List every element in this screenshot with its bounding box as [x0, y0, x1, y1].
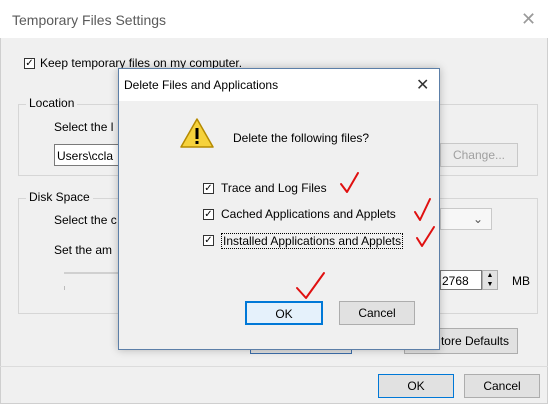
annotation-check-mark: [414, 198, 431, 221]
bg-cancel-button[interactable]: Cancel: [464, 374, 540, 398]
dialog-ok-button[interactable]: OK: [245, 301, 323, 325]
location-legend: Location: [26, 96, 78, 110]
disk-space-amount-field[interactable]: 2768: [440, 270, 482, 290]
window-title: Temporary Files Settings: [12, 12, 167, 28]
installed-apps-label: Installed Applications and Applets: [221, 233, 404, 249]
annotation-check-mark: [340, 172, 359, 193]
dialog-title: Delete Files and Applications: [124, 78, 279, 92]
trace-log-label: Trace and Log Files: [221, 181, 327, 195]
disk-space-slider-track[interactable]: [64, 272, 120, 274]
installed-apps-checkbox[interactable]: ✓: [203, 235, 214, 246]
annotation-check-mark: [416, 226, 435, 247]
annotation-check-mark: [296, 272, 325, 299]
cached-apps-checkbox[interactable]: ✓: [203, 209, 214, 220]
delete-files-dialog: Delete Files and Applications ✕ Delete t…: [118, 68, 440, 350]
keep-files-checkbox[interactable]: ✓: [24, 58, 35, 69]
window-title-bar: Temporary Files Settings ✕: [0, 0, 548, 38]
location-path-field[interactable]: Users\ccla: [54, 144, 124, 166]
warning-icon: [180, 118, 214, 148]
cached-apps-label: Cached Applications and Applets: [221, 207, 396, 221]
footer-divider: [0, 366, 548, 367]
disk-space-set-label: Set the am: [54, 243, 113, 257]
change-button[interactable]: Change...: [440, 143, 518, 167]
trace-log-checkbox[interactable]: ✓: [203, 183, 214, 194]
unit-label: MB: [512, 274, 530, 288]
location-select-label: Select the l: [54, 120, 114, 134]
slider-ticks: [64, 286, 121, 290]
disk-space-legend: Disk Space: [26, 190, 93, 204]
chevron-down-icon: ⌄: [473, 212, 484, 226]
bg-ok-button[interactable]: OK: [378, 374, 454, 398]
dialog-cancel-button[interactable]: Cancel: [339, 301, 415, 325]
dialog-close-icon[interactable]: ✕: [416, 75, 429, 95]
compression-select[interactable]: ⌄: [440, 208, 492, 230]
close-icon[interactable]: ✕: [521, 9, 536, 30]
spinner-arrows-icon[interactable]: ▲ ▼: [482, 270, 498, 290]
disk-space-select-label: Select the c: [54, 213, 117, 227]
dialog-title-bar: Delete Files and Applications ✕: [119, 69, 439, 101]
dialog-message: Delete the following files?: [233, 131, 370, 145]
